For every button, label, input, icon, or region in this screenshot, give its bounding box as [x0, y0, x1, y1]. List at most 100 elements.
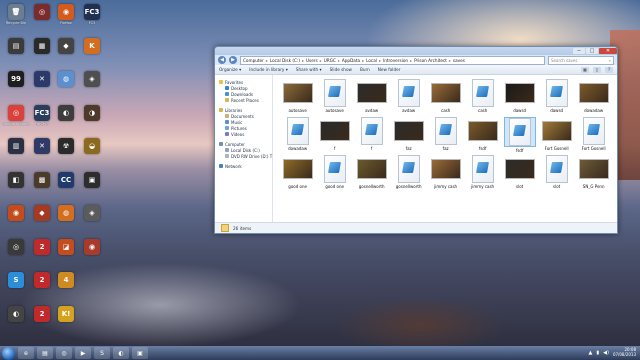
save-thumbnail-file[interactable]: fsdf: [464, 117, 501, 155]
desktop-shortcut[interactable]: ◍: [54, 205, 78, 221]
desktop-shortcut[interactable]: 2: [30, 305, 54, 322]
breadcrumb-item[interactable]: Local: [366, 58, 377, 63]
save-thumbnail-file[interactable]: dawsd: [501, 79, 538, 117]
desktop-shortcut[interactable]: ◉ Firefox: [54, 4, 78, 25]
desktop-shortcut[interactable]: [80, 306, 104, 322]
ie-button[interactable]: e: [18, 347, 34, 359]
media-button[interactable]: ▶: [75, 347, 91, 359]
breadcrumb-separator[interactable]: ▸: [302, 58, 304, 63]
breadcrumb-item[interactable]: saves: [453, 58, 465, 63]
save-thumbnail-file[interactable]: gosnellworth: [353, 155, 390, 193]
minimize-button[interactable]: ─: [573, 48, 585, 54]
save-thumbnail-file[interactable]: faz: [390, 117, 427, 155]
nav-item-dvd-drive[interactable]: DVD RW Drive (D:) T: [215, 153, 272, 159]
close-button[interactable]: ✕: [599, 48, 617, 54]
desktop-shortcut[interactable]: ◎ Google Chrome: [2, 104, 30, 126]
desktop-shortcut[interactable]: ▦: [30, 37, 54, 54]
breadcrumb-separator[interactable]: ▸: [362, 58, 364, 63]
desktop-shortcut[interactable]: 2: [30, 238, 54, 255]
desktop-shortcut[interactable]: ◆: [54, 37, 78, 54]
breadcrumb-item[interactable]: Users: [306, 58, 318, 63]
breadcrumb-separator[interactable]: ▸: [266, 58, 268, 63]
desktop-shortcut[interactable]: ◑: [80, 104, 104, 121]
view-options-icon[interactable]: ▦: [581, 66, 589, 73]
maximize-button[interactable]: □: [586, 48, 598, 54]
save-file[interactable]: Fort Gosnell: [575, 117, 612, 155]
save-file[interactable]: slot: [538, 155, 575, 193]
nav-item-recent-places[interactable]: Recent Places: [215, 97, 272, 103]
save-file[interactable]: dowadaw: [279, 117, 316, 155]
breadcrumb-separator[interactable]: ▸: [320, 58, 322, 63]
steam-button[interactable]: ◐: [113, 347, 129, 359]
save-thumbnail-file[interactable]: f: [316, 117, 353, 155]
save-thumbnail-file[interactable]: jimmy cash: [427, 155, 464, 193]
save-file[interactable]: f: [353, 117, 390, 155]
desktop-shortcut[interactable]: ◉: [4, 205, 28, 221]
desktop-shortcut[interactable]: FC3 FC3: [80, 4, 104, 25]
toolbar-item[interactable]: Organize ▾: [219, 67, 241, 72]
desktop-shortcut[interactable]: ◎: [4, 238, 28, 255]
network-tray-icon[interactable]: ▮: [596, 350, 599, 356]
show-hidden-icons-icon[interactable]: ▲: [589, 350, 593, 356]
breadcrumb-item[interactable]: AppData: [342, 58, 360, 63]
desktop-shortcut[interactable]: ◪: [54, 238, 78, 255]
save-file[interactable]: gosnellworth: [390, 155, 427, 193]
search-input[interactable]: Search saves ⌕: [548, 55, 614, 65]
desktop-shortcut[interactable]: ✕: [30, 138, 54, 154]
desktop-shortcut[interactable]: ◉: [80, 238, 104, 255]
clock[interactable]: 20:08 07/08/2013: [613, 348, 636, 357]
breadcrumb-item[interactable]: Local Disk (C:): [270, 58, 300, 63]
explorer-button[interactable]: ▤: [37, 347, 53, 359]
save-thumbnail-file[interactable]: slot: [501, 155, 538, 193]
start-button[interactable]: [2, 346, 15, 360]
desktop-shortcut[interactable]: ◈: [80, 205, 104, 221]
toolbar-item[interactable]: New folder: [378, 67, 401, 72]
volume-icon[interactable]: ◀): [603, 350, 609, 356]
desktop-shortcut[interactable]: ▣: [80, 171, 104, 188]
desktop-shortcut[interactable]: ▩: [30, 171, 54, 188]
breadcrumb-separator[interactable]: ▸: [410, 58, 412, 63]
save-file[interactable]: avdaw: [390, 79, 427, 117]
save-file[interactable]: faz: [427, 117, 464, 155]
desktop-shortcut[interactable]: ◧: [4, 171, 28, 188]
save-thumbnail-file[interactable]: dowadaw: [575, 79, 612, 117]
desktop-shortcut[interactable]: K!: [54, 305, 78, 322]
breadcrumb-separator[interactable]: ▸: [338, 58, 340, 63]
window-titlebar[interactable]: ─ □ ✕: [215, 47, 617, 55]
save-file[interactable]: dawsd: [538, 79, 575, 117]
desktop-shortcut[interactable]: 2: [30, 272, 54, 288]
desktop-shortcut[interactable]: ◎: [30, 4, 54, 20]
desktop-shortcut[interactable]: [80, 272, 104, 288]
toolbar-item[interactable]: Slide show: [330, 67, 352, 72]
save-thumbnail-file[interactable]: good one: [279, 155, 316, 193]
breadcrumb-item[interactable]: URGC: [324, 58, 336, 63]
desktop-shortcut[interactable]: CC: [54, 171, 78, 188]
nav-item-videos[interactable]: Videos: [215, 131, 272, 137]
desktop-shortcut[interactable]: K: [80, 37, 104, 54]
toolbar-item[interactable]: Include in library ▾: [249, 67, 288, 72]
breadcrumb-item[interactable]: Computer: [243, 58, 264, 63]
desktop-shortcut[interactable]: ▤: [4, 37, 28, 54]
save-thumbnail-file[interactable]: avdaw: [353, 79, 390, 117]
save-thumbnail-file[interactable]: autosave: [279, 79, 316, 117]
desktop-shortcut[interactable]: ☢: [54, 138, 78, 154]
breadcrumb-separator[interactable]: ▸: [379, 58, 381, 63]
desktop-shortcut[interactable]: ◐: [54, 104, 78, 121]
save-file[interactable]: jimmy cash: [464, 155, 501, 193]
save-file[interactable]: cash: [464, 79, 501, 117]
toolbar-item[interactable]: Burn: [360, 67, 370, 72]
desktop-shortcut[interactable]: 4: [54, 272, 78, 288]
breadcrumb-item[interactable]: Introversion: [383, 58, 408, 63]
help-icon[interactable]: ?: [605, 66, 613, 73]
desktop-shortcut[interactable]: ▥: [4, 138, 28, 154]
save-thumbnail-file[interactable]: cash: [427, 79, 464, 117]
desktop-shortcut[interactable]: ◐: [4, 305, 28, 322]
save-file[interactable]: good one: [316, 155, 353, 193]
nav-network-header[interactable]: Network: [215, 163, 272, 169]
desktop-shortcut[interactable]: ◆: [30, 205, 54, 221]
save-thumbnail-file[interactable]: SN_G Penn: [575, 155, 612, 193]
save-thumbnail-file[interactable]: Fort Gosnell: [538, 117, 575, 155]
address-bar[interactable]: Computer ▸ Local Disk (C:) ▸ Users ▸ URGC ▸ AppD…: [240, 55, 545, 65]
chrome-button[interactable]: ◎: [56, 347, 72, 359]
game-button[interactable]: ▣: [132, 347, 148, 359]
